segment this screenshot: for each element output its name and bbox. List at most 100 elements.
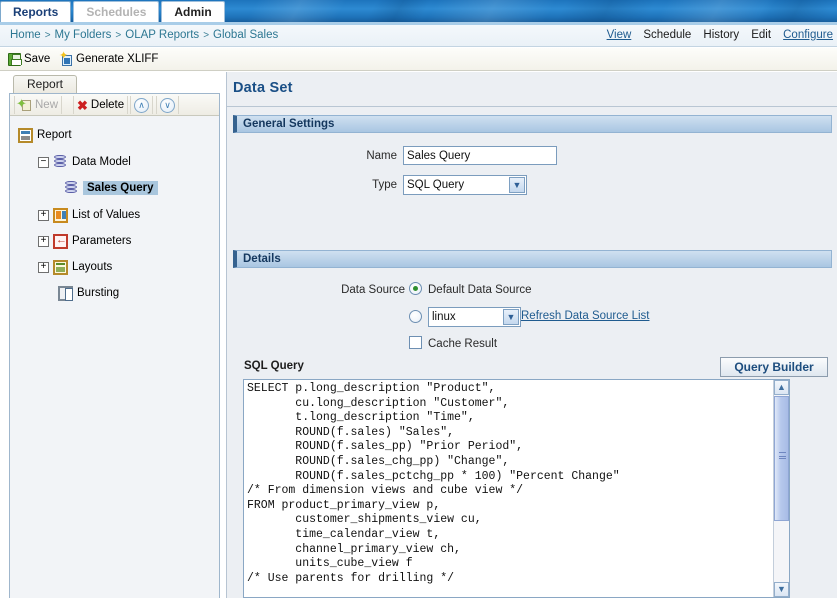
breadcrumb-item-global-sales[interactable]: Global Sales (213, 29, 278, 41)
sql-query-text[interactable]: SELECT p.long_description "Product", cu.… (247, 382, 771, 597)
tree-item-label: Sales Query (83, 181, 158, 195)
chevron-up-icon: ∧ (134, 98, 149, 113)
data-source-select-value: linux (432, 311, 456, 323)
query-builder-button[interactable]: Query Builder (720, 357, 828, 377)
cache-result-label: Cache Result (428, 338, 497, 350)
data-source-label: Data Source (307, 284, 405, 296)
new-icon: ✦ (18, 99, 32, 112)
action-schedule[interactable]: Schedule (643, 29, 691, 41)
delete-button-label: Delete (91, 99, 124, 111)
banner-streak-dark (548, 0, 662, 22)
breadcrumb-bar: Home>My Folders>OLAP Reports>Global Sale… (0, 25, 837, 47)
chevron-down-icon[interactable]: ▼ (509, 177, 525, 193)
sql-query-editor[interactable]: SELECT p.long_description "Product", cu.… (243, 379, 790, 598)
default-data-source-label: Default Data Source (428, 284, 532, 296)
tree-item-report[interactable]: Report (18, 126, 72, 144)
layouts-icon (53, 260, 68, 275)
banner-streak-dark (358, 0, 436, 22)
title-divider (227, 106, 837, 107)
tab-schedules[interactable]: Schedules (73, 1, 159, 22)
tab-reports[interactable]: Reports (0, 1, 71, 22)
save-button-label: Save (24, 51, 50, 68)
new-button[interactable]: ✦ New (14, 96, 62, 114)
tree-item-list-of-values[interactable]: + List of Values (38, 206, 140, 224)
delete-button[interactable]: ✖ Delete (73, 96, 128, 114)
page-title: Data Set (233, 80, 293, 96)
scroll-up-button[interactable]: ▲ (774, 380, 789, 395)
chevron-down-icon[interactable]: ▼ (503, 309, 519, 325)
top-action-links: View Schedule History Edit Configure (598, 29, 833, 41)
tab-report[interactable]: Report (13, 75, 77, 93)
expand-toggle[interactable]: + (38, 236, 49, 247)
report-tree-panel: ✦ New ✖ Delete ∧ ∨ Report (9, 93, 220, 598)
breadcrumb-separator: > (203, 30, 209, 41)
named-data-source-radio[interactable] (409, 310, 422, 323)
action-history[interactable]: History (703, 29, 739, 41)
name-label: Name (327, 150, 397, 162)
save-icon (8, 53, 21, 66)
tree-item-parameters[interactable]: + Parameters (38, 232, 131, 250)
scroll-down-button[interactable]: ▼ (774, 582, 789, 597)
default-data-source-radio[interactable] (409, 282, 422, 295)
tree-item-data-model[interactable]: − Data Model (38, 153, 131, 171)
tree-item-label: Data Model (72, 156, 131, 168)
banner-streak (418, 0, 562, 22)
save-button[interactable]: Save (8, 51, 50, 68)
report-icon (18, 128, 33, 143)
details-header: Details (233, 250, 832, 268)
type-select[interactable]: SQL Query ▼ (403, 175, 527, 195)
cache-result-checkbox[interactable] (409, 336, 422, 349)
breadcrumb-item-home[interactable]: Home (10, 29, 41, 41)
report-tree: Report − Data Model Sales Query + List o… (10, 117, 219, 598)
data-model-icon (53, 155, 68, 170)
generate-xliff-button[interactable]: ✦ Generate XLIFF (60, 51, 158, 68)
tree-item-label: Bursting (77, 287, 119, 299)
general-settings-header-label: General Settings (243, 118, 334, 130)
breadcrumb-separator: > (115, 30, 121, 41)
scrollbar-thumb[interactable] (774, 396, 789, 521)
collapse-toggle[interactable]: − (38, 157, 49, 168)
general-settings-header: General Settings (233, 115, 832, 133)
expand-toggle[interactable]: + (38, 210, 49, 221)
action-configure[interactable]: Configure (783, 29, 833, 41)
name-field[interactable] (403, 146, 557, 165)
move-down-button[interactable]: ∨ (156, 96, 179, 114)
parameters-icon (53, 234, 68, 249)
new-button-label: New (35, 99, 58, 111)
bursting-icon (58, 286, 73, 301)
main-tab-bar: Reports Schedules Admin (0, 0, 227, 22)
tree-item-label: Layouts (72, 261, 112, 273)
chevron-down-icon: ∨ (160, 98, 175, 113)
action-edit[interactable]: Edit (751, 29, 771, 41)
tree-item-label: Report (37, 129, 72, 141)
details-header-label: Details (243, 253, 281, 265)
banner-streak (238, 0, 352, 22)
xliff-icon: ✦ (60, 53, 73, 67)
top-banner: Reports Schedules Admin (0, 0, 837, 22)
tree-item-label: List of Values (72, 209, 140, 221)
move-up-button[interactable]: ∧ (130, 96, 153, 114)
breadcrumb: Home>My Folders>OLAP Reports>Global Sale… (10, 29, 278, 41)
breadcrumb-item-my-folders[interactable]: My Folders (55, 29, 112, 41)
tree-item-sales-query[interactable]: Sales Query (64, 179, 158, 197)
tree-item-bursting[interactable]: Bursting (58, 284, 119, 302)
refresh-data-source-list-link[interactable]: Refresh Data Source List (521, 310, 649, 322)
breadcrumb-separator: > (45, 30, 51, 41)
expand-toggle[interactable]: + (38, 262, 49, 273)
data-source-select[interactable]: linux ▼ (428, 307, 521, 327)
type-label: Type (327, 179, 397, 191)
tab-admin[interactable]: Admin (161, 1, 224, 22)
tree-toolbar: ✦ New ✖ Delete ∧ ∨ (10, 94, 219, 116)
main-toolbar: Save ✦ Generate XLIFF (0, 48, 837, 71)
application-window: Reports Schedules Admin Home>My Folders>… (0, 0, 837, 598)
tree-item-layouts[interactable]: + Layouts (38, 258, 112, 276)
data-set-icon (64, 181, 79, 196)
left-panel-tab-bar: Report (0, 72, 226, 92)
breadcrumb-item-olap-reports[interactable]: OLAP Reports (125, 29, 199, 41)
tree-item-label: Parameters (72, 235, 131, 247)
type-select-value: SQL Query (407, 179, 464, 191)
sql-query-label: SQL Query (244, 360, 304, 372)
delete-icon: ✖ (77, 99, 88, 112)
sql-vertical-scrollbar[interactable]: ▲ ▼ (773, 380, 789, 597)
action-view[interactable]: View (607, 29, 632, 41)
